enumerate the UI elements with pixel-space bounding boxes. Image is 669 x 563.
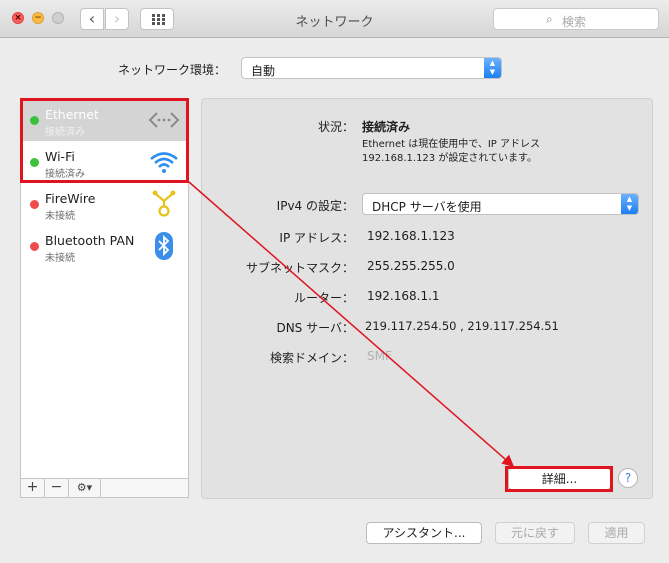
router-label: ルーター： xyxy=(293,291,354,305)
revert-button[interactable]: 元に戻す xyxy=(495,522,575,544)
service-status: 未接続 xyxy=(45,253,75,264)
dns-server-label: DNS サーバ： xyxy=(276,321,354,335)
service-list-toolbar: + − ⚙︎▾ xyxy=(20,479,189,498)
bluetooth-icon xyxy=(155,232,173,260)
search-domain-value: SMF xyxy=(367,349,392,363)
search-domain-label: 検索ドメイン： xyxy=(269,351,354,365)
ipv4-configure-popup[interactable]: DHCP サーバを使用 ▲ ▼ xyxy=(362,193,639,215)
status-value: 接続済み xyxy=(362,120,411,134)
service-item-bluetooth-pan[interactable]: Bluetooth PAN 未接続 xyxy=(21,225,188,267)
status-note: Ethernet は現在使用中で、IP アドレス 192.168.1.123 が… xyxy=(362,138,592,166)
dns-server-value: 219.117.254.50 , 219.117.254.51 xyxy=(365,319,559,333)
status-dot xyxy=(30,200,39,209)
apply-button[interactable]: 適用 xyxy=(588,522,645,544)
status-note-line2: 192.168.1.123 が設定されています。 xyxy=(362,153,538,164)
add-service-button[interactable]: + xyxy=(21,479,45,497)
search-field[interactable]: ⌕ 検索 xyxy=(493,8,659,30)
title-bar: × − ‹ › ネットワーク ⌕ 検索 xyxy=(0,0,669,38)
status-label: 状況： xyxy=(317,120,354,134)
service-name: Bluetooth PAN xyxy=(45,233,135,248)
service-item-firewire[interactable]: FireWire 未接続 xyxy=(21,183,188,225)
ip-address-label: IP アドレス： xyxy=(279,231,354,245)
service-status: 未接続 xyxy=(45,211,75,222)
ipv4-label: IPv4 の設定： xyxy=(276,199,354,213)
status-dot xyxy=(30,242,39,251)
popup-arrows-icon: ▲ ▼ xyxy=(621,194,638,214)
subnet-mask-label: サブネットマスク： xyxy=(245,261,354,275)
gear-icon[interactable]: ⚙︎▾ xyxy=(69,479,101,497)
search-icon: ⌕ xyxy=(546,12,553,26)
annotation-box-advanced xyxy=(505,466,613,492)
location-value: 自動 xyxy=(251,64,276,78)
network-preferences-window: × − ‹ › ネットワーク ⌕ 検索 ネットワーク環境： 自動 ▲ ▼ Ethe… xyxy=(0,0,669,563)
location-popup[interactable]: 自動 ▲ ▼ xyxy=(241,57,502,79)
location-label: ネットワーク環境： xyxy=(118,63,227,77)
firewire-icon xyxy=(152,190,176,217)
status-note-line1: Ethernet は現在使用中で、IP アドレス xyxy=(362,139,541,150)
ipv4-value: DHCP サーバを使用 xyxy=(372,200,482,214)
help-button[interactable]: ? xyxy=(618,468,638,488)
remove-service-button[interactable]: − xyxy=(45,479,69,497)
ip-address-value: 192.168.1.123 xyxy=(367,229,455,243)
assistant-button[interactable]: アシスタント... xyxy=(366,522,482,544)
annotation-box-services xyxy=(20,98,189,183)
subnet-mask-value: 255.255.255.0 xyxy=(367,259,455,273)
service-name: FireWire xyxy=(45,191,96,206)
search-placeholder: 検索 xyxy=(562,15,587,29)
router-value: 192.168.1.1 xyxy=(367,289,440,303)
popup-arrows-icon: ▲ ▼ xyxy=(484,58,501,78)
